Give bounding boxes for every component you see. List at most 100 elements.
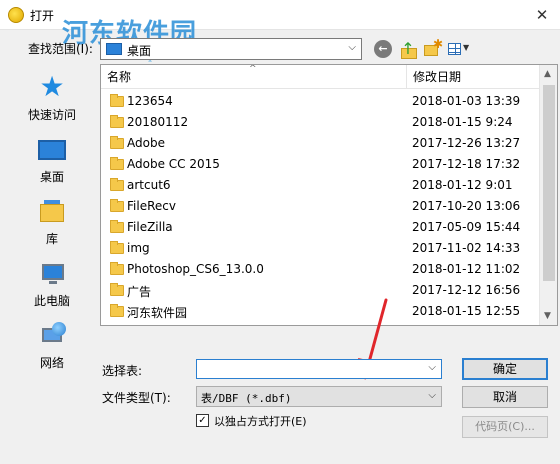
file-date: 2017-12-26 13:27 — [412, 136, 521, 150]
list-item[interactable]: 123654 2018-01-03 13:39 — [101, 91, 539, 112]
list-item[interactable]: 广告 2017-12-12 16:56 — [101, 280, 539, 301]
lookin-label: 查找范围(I): — [28, 42, 93, 56]
place-network[interactable]: 网络 — [8, 316, 96, 376]
scroll-down-icon[interactable]: ▼ — [544, 311, 551, 321]
list-item[interactable]: FileZilla 2017-05-09 15:44 — [101, 217, 539, 238]
file-date: 2017-10-20 13:06 — [412, 199, 521, 213]
list-item[interactable]: Photoshop_CS6_13.0.0 2018-01-12 11:02 — [101, 259, 539, 280]
file-name: FileRecv — [127, 199, 176, 213]
file-name: Adobe CC 2015 — [127, 157, 220, 171]
sort-ascending-icon: ^ — [249, 64, 257, 74]
file-name: FileZilla — [127, 220, 173, 234]
place-label: 此电脑 — [33, 294, 70, 308]
list-item[interactable]: FileRecv 2017-10-20 13:06 — [101, 196, 539, 217]
file-type-dropdown[interactable]: 表/DBF (*.dbf) ⌵ — [196, 386, 442, 407]
list-item[interactable]: 河东软件园 2018-01-15 12:55 — [101, 301, 539, 322]
folder-icon — [110, 283, 124, 296]
scrollbar-thumb[interactable] — [543, 85, 555, 281]
chevron-down-icon: ⌵ — [428, 390, 436, 401]
file-date: 2017-02-05 11:42 — [412, 325, 520, 326]
file-name: 河东软件园 — [127, 306, 188, 320]
list-item[interactable]: 黄波 2017-02-05 11:42 — [101, 322, 539, 326]
folder-icon — [110, 220, 124, 233]
exclusive-checkbox-label[interactable]: 以独占方式打开(E) — [214, 413, 307, 429]
column-header-name[interactable]: 名称 ^ — [101, 65, 407, 89]
file-type-label: 文件类型(T): — [102, 391, 171, 405]
library-icon — [38, 198, 66, 224]
file-type-value: 表/DBF (*.dbf) — [201, 392, 292, 405]
place-label: 桌面 — [39, 170, 64, 184]
cancel-button[interactable]: 取消 — [462, 386, 548, 408]
back-button[interactable]: ← — [374, 40, 392, 58]
list-item[interactable]: img 2017-11-02 14:33 — [101, 238, 539, 259]
file-name: 广告 — [127, 285, 152, 299]
file-date: 2017-11-02 14:33 — [412, 241, 521, 255]
place-this-pc[interactable]: 此电脑 — [8, 254, 96, 314]
place-library[interactable]: 库 — [8, 192, 96, 252]
place-label: 库 — [45, 232, 58, 246]
folder-icon — [110, 241, 124, 254]
file-date: 2018-01-03 13:39 — [412, 94, 521, 108]
places-bar: ★ 快速访问 桌面 库 此电脑 网络 — [8, 62, 96, 382]
new-folder-button[interactable]: ✱ — [422, 37, 444, 59]
select-table-label: 选择表: — [102, 364, 143, 378]
scroll-up-icon[interactable]: ▲ — [544, 69, 551, 79]
chevron-down-icon: ⌵ — [348, 42, 356, 53]
sparkle-icon: ✱ — [433, 37, 444, 51]
file-date: 2018-01-12 11:02 — [412, 262, 521, 276]
up-folder-button[interactable]: ↑ — [398, 39, 418, 59]
view-grid-icon — [448, 43, 461, 55]
file-date: 2018-01-15 12:55 — [412, 304, 521, 318]
chevron-down-icon: ▼ — [463, 43, 470, 52]
file-name: img — [127, 241, 150, 255]
file-date: 2017-12-18 17:32 — [412, 157, 521, 171]
file-list[interactable]: 名称 ^ 修改日期 123654 2018-01-03 13:39 20180112… — [100, 64, 558, 326]
place-label: 快速访问 — [27, 108, 76, 122]
file-name: 20180112 — [127, 115, 189, 129]
ok-button[interactable]: 确定 — [462, 358, 548, 380]
file-name: 123654 — [127, 94, 173, 108]
network-icon — [38, 322, 66, 348]
folder-icon — [110, 178, 124, 191]
desktop-icon — [38, 140, 66, 160]
vertical-scrollbar[interactable]: ▲ ▼ — [539, 65, 557, 325]
list-item[interactable]: Adobe 2017-12-26 13:27 — [101, 133, 539, 154]
column-header-date[interactable]: 修改日期 — [407, 65, 539, 89]
close-button[interactable]: ✕ — [524, 0, 560, 30]
folder-icon — [110, 304, 124, 317]
app-icon — [8, 7, 24, 23]
list-item[interactable]: 20180112 2018-01-15 9:24 — [101, 112, 539, 133]
window-title: 打开 — [30, 9, 55, 23]
lookin-value: 桌面 — [127, 44, 152, 58]
folder-icon — [110, 157, 124, 170]
file-date: 2018-01-12 9:01 — [412, 178, 513, 192]
exclusive-checkbox[interactable]: ✓ — [196, 414, 209, 427]
file-name: Photoshop_CS6_13.0.0 — [127, 262, 264, 276]
file-rows: 123654 2018-01-03 13:39 20180112 2018-01-15… — [101, 91, 539, 326]
file-name: Adobe — [127, 136, 165, 150]
computer-icon — [38, 260, 66, 286]
folder-icon — [110, 199, 124, 212]
view-menu-button[interactable]: ▼ — [446, 39, 472, 59]
file-date: 2017-12-12 16:56 — [412, 283, 521, 297]
list-item[interactable]: artcut6 2018-01-12 9:01 — [101, 175, 539, 196]
chevron-down-icon[interactable]: ⌵ — [428, 362, 436, 373]
column-header-name-label: 名称 — [107, 70, 132, 84]
codepage-button[interactable]: 代码页(C)... — [462, 416, 548, 438]
folder-icon — [110, 115, 124, 128]
folder-icon — [110, 262, 124, 275]
star-icon: ★ — [39, 70, 65, 103]
file-name: 黄波 — [127, 325, 151, 326]
lookin-dropdown[interactable]: 桌面 ⌵ — [100, 38, 362, 60]
place-quick-access[interactable]: ★ 快速访问 — [8, 68, 96, 128]
list-item[interactable]: Adobe CC 2015 2017-12-18 17:32 — [101, 154, 539, 175]
folder-icon — [110, 94, 124, 107]
place-label: 网络 — [39, 356, 64, 370]
desktop-folder-icon — [106, 43, 122, 55]
file-date: 2017-05-09 15:44 — [412, 220, 521, 234]
select-table-input[interactable]: ⌵ — [196, 359, 442, 379]
file-name: artcut6 — [127, 178, 171, 192]
folder-icon — [110, 136, 124, 149]
file-date: 2018-01-15 9:24 — [412, 115, 513, 129]
place-desktop[interactable]: 桌面 — [8, 130, 96, 190]
